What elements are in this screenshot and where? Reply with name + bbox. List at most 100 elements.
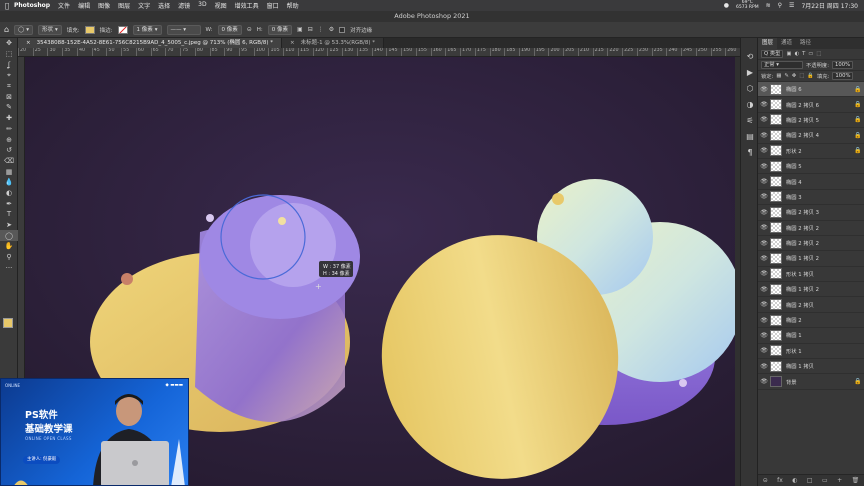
lock-artboard-icon[interactable]: ⬚ <box>799 73 804 79</box>
clock[interactable]: 7月22日 周四 17:30 <box>801 1 858 10</box>
menu-item[interactable]: 窗口 <box>267 1 279 10</box>
visibility-eye-icon[interactable]: 👁 <box>758 347 770 354</box>
close-icon[interactable]: × <box>26 38 31 48</box>
libraries-icon[interactable]: ▤ <box>741 128 759 144</box>
layer-row[interactable]: 👁 椭圆 5 <box>758 159 864 175</box>
visibility-eye-icon[interactable]: 👁 <box>758 378 770 385</box>
filter-shape-icon[interactable]: ▭ <box>808 51 813 57</box>
crop-icon[interactable]: ⌗ <box>0 81 18 92</box>
menu-item[interactable]: 图像 <box>98 1 110 10</box>
height-input[interactable]: 0 像素 <box>267 24 293 35</box>
trash-icon[interactable]: 🗑 <box>852 477 860 484</box>
menu-item[interactable]: 文字 <box>138 1 150 10</box>
kind-filter-select[interactable]: Q 类型 <box>761 50 784 58</box>
layer-row[interactable]: 👁 椭圆 2 <box>758 313 864 329</box>
layer-row[interactable]: 👁 椭圆 4 <box>758 174 864 190</box>
fx-icon[interactable]: fx <box>777 477 783 484</box>
fill-input[interactable]: 100% <box>832 72 854 80</box>
layer-row[interactable]: 👁 形状 2 🔒 <box>758 144 864 159</box>
panel-tab[interactable]: 通道 <box>777 38 796 49</box>
adjustment-layer-icon[interactable]: □ <box>807 477 813 484</box>
menu-item[interactable]: 3D <box>198 1 206 10</box>
frame-icon[interactable]: ⊠ <box>0 91 18 102</box>
visibility-eye-icon[interactable]: 👁 <box>758 224 770 231</box>
apple-icon[interactable]:  <box>0 2 14 10</box>
stroke-width-input[interactable]: 1 像素 ▾ <box>132 24 162 35</box>
layer-row[interactable]: 👁 椭圆 1 拷贝 2 <box>758 282 864 298</box>
layer-row[interactable]: 👁 椭圆 1 拷贝 <box>758 359 864 375</box>
layer-row[interactable]: 👁 形状 1 <box>758 344 864 360</box>
paragraph-icon[interactable]: ¶ <box>741 144 759 160</box>
visibility-eye-icon[interactable]: 👁 <box>758 286 770 293</box>
visibility-eye-icon[interactable]: 👁 <box>758 317 770 324</box>
layer-row[interactable]: 👁 椭圆 2 拷贝 3 <box>758 205 864 221</box>
panel-tab[interactable]: 图层 <box>758 38 778 49</box>
group-icon[interactable]: ▭ <box>822 477 828 484</box>
menu-item[interactable]: 选择 <box>158 1 170 10</box>
wifi-icon[interactable]: ≋ <box>766 2 771 9</box>
document-tab[interactable]: × 未标题-1 @ 53.3%(RGB/8) * <box>281 38 385 48</box>
layer-row[interactable]: 👁 椭圆 2 拷贝 5 🔒 <box>758 113 864 129</box>
fill-color-swatch[interactable] <box>84 25 95 34</box>
close-icon[interactable]: × <box>290 38 295 48</box>
width-input[interactable]: 0 像素 <box>217 24 242 35</box>
blur-icon[interactable]: 💧 <box>0 177 18 188</box>
gear-icon[interactable]: ⚙ <box>329 26 334 33</box>
layer-row[interactable]: 👁 椭圆 2 拷贝 2 <box>758 236 864 252</box>
3d-icon[interactable]: ⬡ <box>741 80 759 96</box>
zoom-icon[interactable]: ⚲ <box>0 252 18 263</box>
filter-smart-icon[interactable]: ⬚ <box>816 51 821 57</box>
visibility-eye-icon[interactable]: 👁 <box>758 193 770 200</box>
visibility-eye-icon[interactable]: 👁 <box>758 255 770 262</box>
opacity-input[interactable]: 100% <box>831 61 854 69</box>
visibility-eye-icon[interactable]: 👁 <box>758 270 770 277</box>
search-icon[interactable]: ⚲ <box>778 2 782 9</box>
home-icon[interactable]: ⌂ <box>4 25 9 34</box>
filter-adjust-icon[interactable]: ◐ <box>794 51 799 57</box>
menu-item[interactable]: 滤镜 <box>178 1 190 10</box>
align-edges-checkbox[interactable] <box>339 26 346 33</box>
filter-type-icon[interactable]: T <box>802 51 805 57</box>
type-icon[interactable]: T <box>0 209 18 220</box>
control-center-icon[interactable]: ☰ <box>789 2 794 9</box>
gradient-icon[interactable]: ▦ <box>0 166 18 177</box>
path-arrange-icon[interactable]: ⋮ <box>318 26 324 33</box>
visibility-eye-icon[interactable]: 👁 <box>758 86 770 93</box>
ellipse-icon[interactable]: ◯ <box>0 230 18 242</box>
move-icon[interactable]: ✥ <box>0 38 18 49</box>
lock-all-icon[interactable]: 🔒 <box>807 73 814 79</box>
app-menu[interactable]: Photoshop <box>14 2 50 9</box>
layer-row[interactable]: 👁 形状 1 拷贝 <box>758 267 864 283</box>
link-layers-icon[interactable]: ⊝ <box>763 477 768 484</box>
filter-image-icon[interactable]: ▣ <box>786 51 791 57</box>
menu-item[interactable]: 编辑 <box>78 1 90 10</box>
menu-item[interactable]: 帮助 <box>287 1 299 10</box>
layer-row[interactable]: 👁 椭圆 3 <box>758 190 864 206</box>
dodge-icon[interactable]: ◐ <box>0 188 18 199</box>
layer-row[interactable]: 👁 椭圆 6 🔒 <box>758 82 864 98</box>
link-icon[interactable]: ⊝ <box>247 26 252 33</box>
layer-row[interactable]: 👁 椭圆 1 拷贝 2 <box>758 251 864 267</box>
quick-select-icon[interactable]: ⌖ <box>0 70 18 81</box>
adjustments-icon[interactable]: ◑ <box>741 96 759 112</box>
visibility-eye-icon[interactable]: 👁 <box>758 209 770 216</box>
tool-preset-picker[interactable]: ◯ ▾ <box>14 24 33 35</box>
foreground-color-swatch[interactable] <box>3 318 13 328</box>
properties-icon[interactable]: ⚟ <box>741 112 759 128</box>
visibility-eye-icon[interactable]: 👁 <box>758 332 770 339</box>
menu-item[interactable]: 增效工具 <box>235 1 259 10</box>
layer-row[interactable]: 👁 椭圆 1 <box>758 328 864 344</box>
visibility-eye-icon[interactable]: 👁 <box>758 240 770 247</box>
eyedropper-icon[interactable]: ✎ <box>0 102 18 113</box>
path-ops-icon[interactable]: ▣ <box>297 26 303 33</box>
visibility-eye-icon[interactable]: 👁 <box>758 101 770 108</box>
lock-pixels-icon[interactable]: ✎ <box>784 73 788 79</box>
stroke-type-select[interactable]: —— ▾ <box>166 24 201 35</box>
blend-mode-select[interactable]: 正常 ▾ <box>761 61 803 69</box>
lock-position-icon[interactable]: ✥ <box>792 73 796 79</box>
path-align-icon[interactable]: ⊟ <box>308 26 313 33</box>
stroke-color-swatch[interactable] <box>117 25 128 34</box>
visibility-eye-icon[interactable]: 👁 <box>758 163 770 170</box>
actions-icon[interactable]: ▶ <box>741 64 759 80</box>
document-tab[interactable]: × 35438088-152E-4A52-8E61-756C8215B9AD_4_… <box>18 38 282 48</box>
